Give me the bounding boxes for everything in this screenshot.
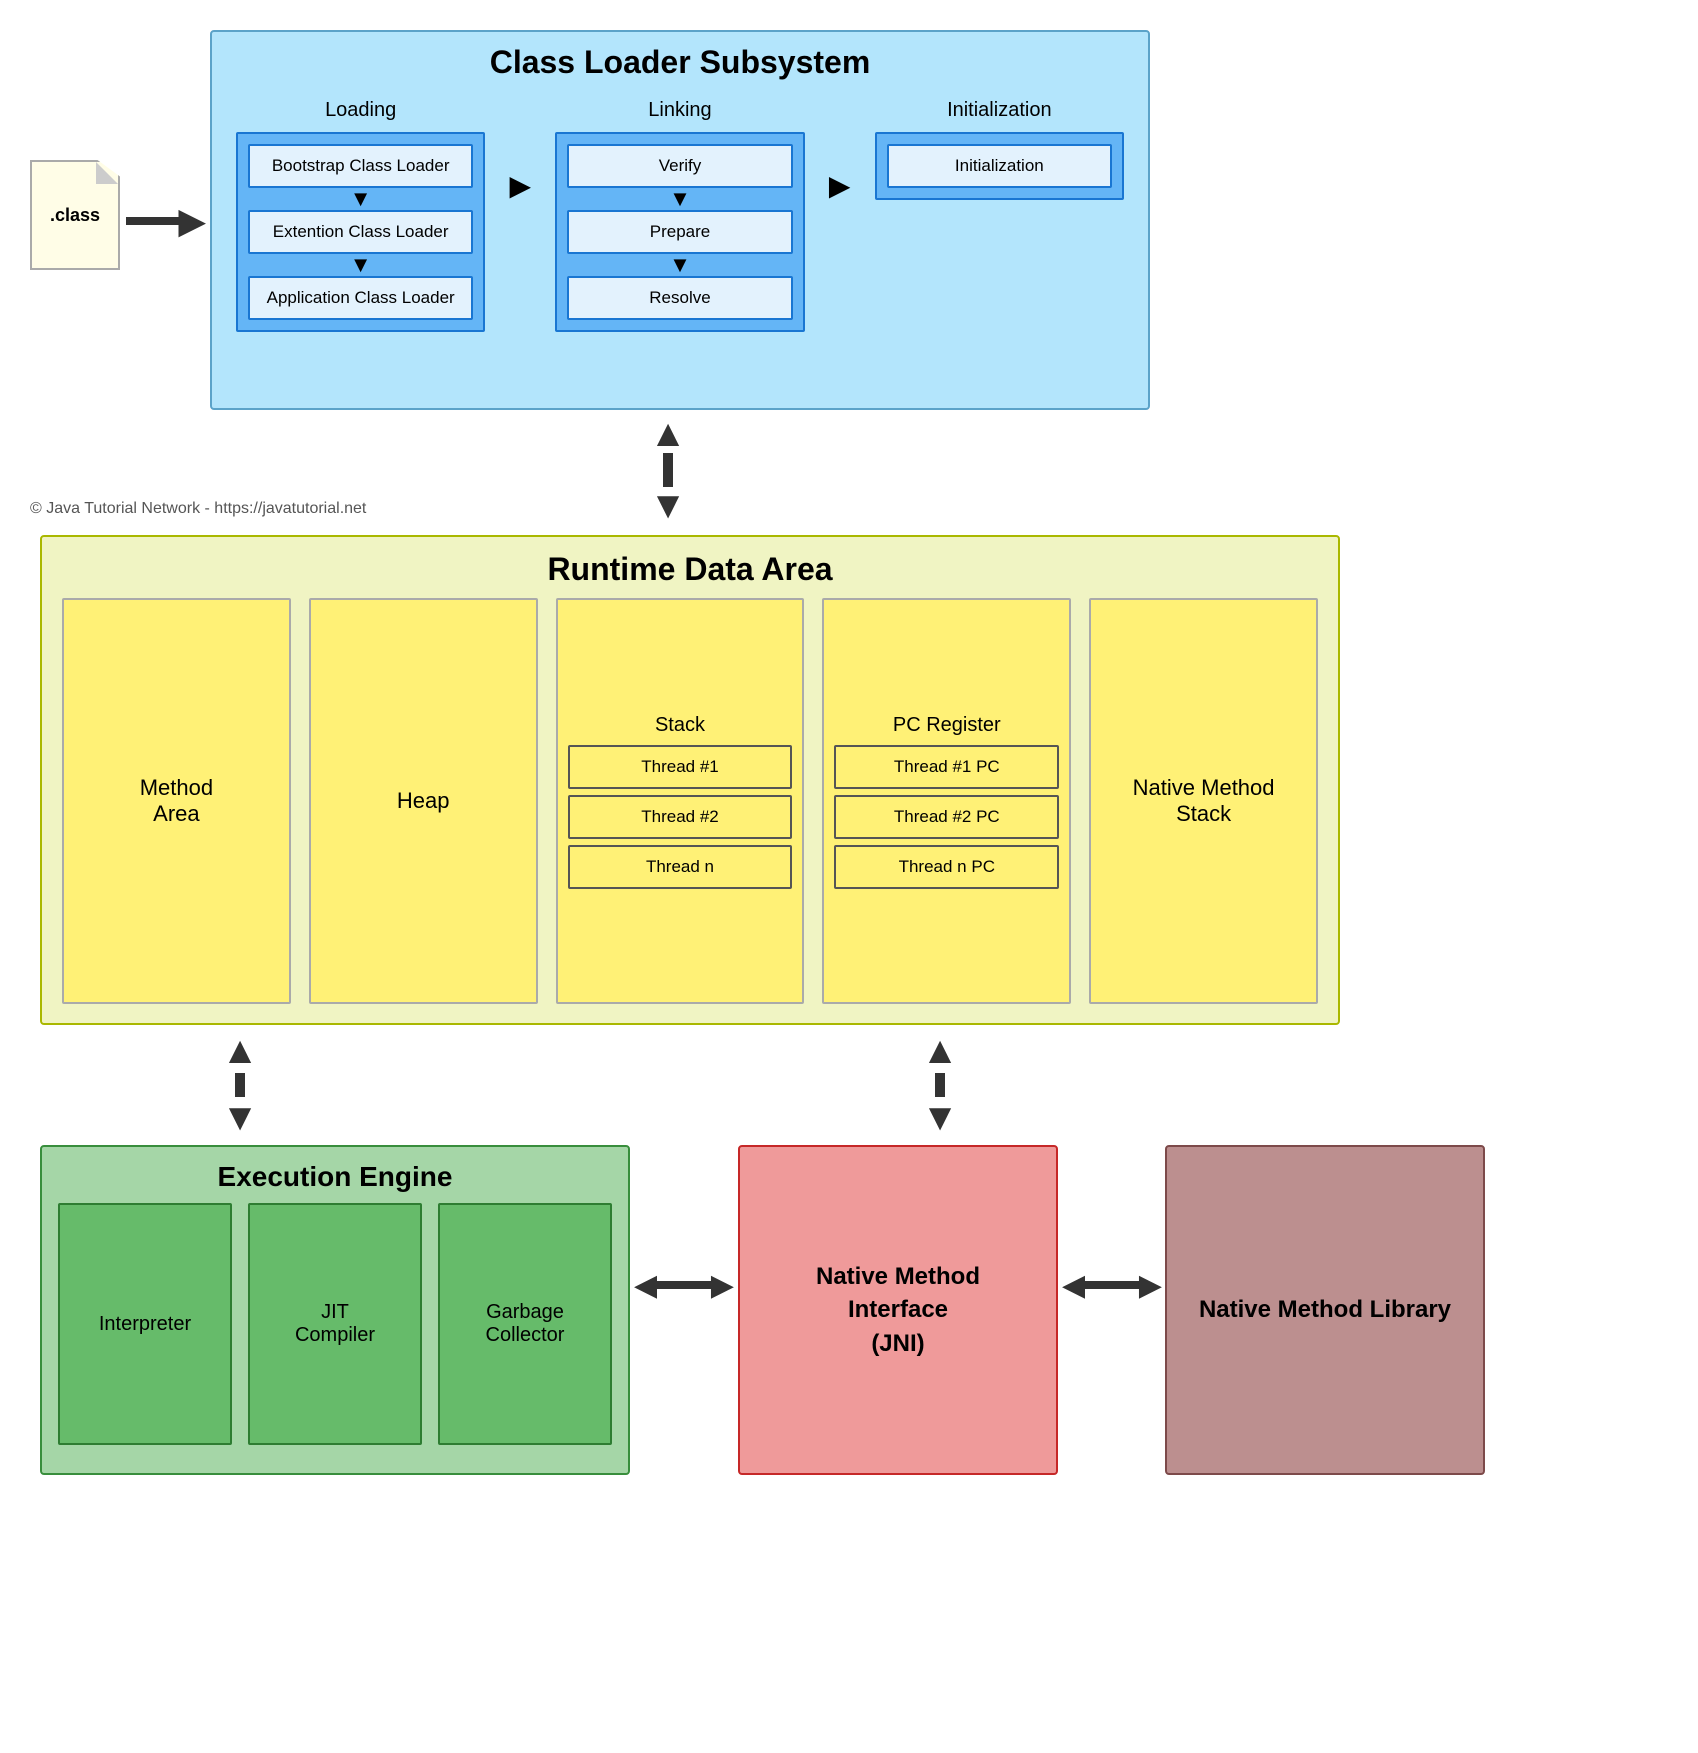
native-method-library: Native Method Library — [1165, 1145, 1485, 1475]
arrow-down-4: ▼ — [669, 254, 691, 276]
arrow-down-1: ▼ — [350, 188, 372, 210]
arrow-v-line — [663, 453, 673, 487]
loading-section: Loading Bootstrap Class Loader ▼ Extenti… — [236, 99, 485, 332]
extention-class-loader: Extention Class Loader — [248, 210, 473, 254]
prepare-box: Prepare — [567, 210, 792, 254]
heap-label: Heap — [397, 788, 450, 814]
stack-thread-1: Thread #1 — [568, 745, 793, 789]
subsystem-title: Class Loader Subsystem — [212, 32, 1148, 89]
arrow-v-line-3 — [935, 1073, 945, 1097]
pc-thread-n: Thread n PC — [834, 845, 1059, 889]
execution-engine: Execution Engine Interpreter JITCompiler… — [40, 1145, 630, 1475]
initialization-box: Initialization — [887, 144, 1112, 188]
pc-register-box: PC Register Thread #1 PC Thread #2 PC Th… — [822, 598, 1071, 1004]
arrow-subsystem-runtime — [648, 415, 688, 525]
stack-box: Stack Thread #1 Thread #2 Thread n — [556, 598, 805, 1004]
exec-title: Execution Engine — [42, 1147, 628, 1203]
bootstrap-class-loader: Bootstrap Class Loader — [248, 144, 473, 188]
init-label: Initialization — [875, 99, 1124, 122]
arrow-h-line-1 — [657, 1281, 711, 1289]
init-inner: Initialization — [875, 132, 1124, 200]
native-method-interface: Native MethodInterface(JNI) — [738, 1145, 1058, 1475]
stack-thread-2: Thread #2 — [568, 795, 793, 839]
loading-inner: Bootstrap Class Loader ▼ Extention Class… — [236, 132, 485, 332]
method-area-label: MethodArea — [140, 775, 213, 827]
pc-thread-1: Thread #1 PC — [834, 745, 1059, 789]
class-loader-subsystem: Class Loader Subsystem Loading Bootstrap… — [210, 30, 1150, 410]
arrow-loading-linking: ▶ — [505, 99, 535, 202]
verify-box: Verify — [567, 144, 792, 188]
arrow-v-line-2 — [235, 1073, 245, 1097]
arrow-runtime-exec — [220, 1030, 260, 1140]
init-section: Initialization Initialization — [875, 99, 1124, 200]
application-class-loader: Application Class Loader — [248, 276, 473, 320]
linking-inner: Verify ▼ Prepare ▼ Resolve — [555, 132, 804, 332]
class-file-label: .class — [50, 205, 100, 226]
class-file-icon: .class — [30, 160, 120, 270]
arrow-nmi-nml — [1062, 1270, 1162, 1300]
native-method-stack-label: Native MethodStack — [1133, 775, 1275, 827]
arrow-down-3: ▼ — [669, 188, 691, 210]
runtime-title: Runtime Data Area — [42, 537, 1338, 598]
arrow-down-2: ▼ — [350, 254, 372, 276]
interpreter-box: Interpreter — [58, 1203, 232, 1445]
jit-compiler-box: JITCompiler — [248, 1203, 422, 1445]
exec-boxes: Interpreter JITCompiler GarbageCollector — [42, 1203, 628, 1459]
arrow-runtime-nmi — [920, 1030, 960, 1140]
runtime-boxes: MethodArea Heap Stack Thread #1 Thread #… — [42, 598, 1338, 1014]
method-area-box: MethodArea — [62, 598, 291, 1004]
nml-label: Native Method Library — [1199, 1293, 1451, 1327]
native-method-stack-box: Native MethodStack — [1089, 598, 1318, 1004]
arrow-h-line-2 — [1085, 1281, 1139, 1289]
stack-thread-n: Thread n — [568, 845, 793, 889]
garbage-collector-box: GarbageCollector — [438, 1203, 612, 1445]
resolve-box: Resolve — [567, 276, 792, 320]
gc-label: GarbageCollector — [486, 1301, 565, 1347]
copyright-text: © Java Tutorial Network - https://javatu… — [30, 500, 366, 518]
pc-title: PC Register — [893, 714, 1001, 737]
linking-section: Linking Verify ▼ Prepare ▼ Resolve — [555, 99, 804, 332]
pc-thread-2: Thread #2 PC — [834, 795, 1059, 839]
arrow-class-to-loader — [126, 206, 206, 236]
heap-box: Heap — [309, 598, 538, 1004]
runtime-data-area: Runtime Data Area MethodArea Heap Stack … — [40, 535, 1340, 1025]
loading-label: Loading — [236, 99, 485, 122]
stack-title: Stack — [655, 714, 705, 737]
jit-label: JITCompiler — [295, 1301, 375, 1347]
nmi-label: Native MethodInterface(JNI) — [816, 1260, 980, 1361]
arrow-exec-nmi — [634, 1270, 734, 1300]
arrow-linking-init: ▶ — [825, 99, 855, 202]
interpreter-label: Interpreter — [99, 1313, 191, 1336]
linking-label: Linking — [555, 99, 804, 122]
